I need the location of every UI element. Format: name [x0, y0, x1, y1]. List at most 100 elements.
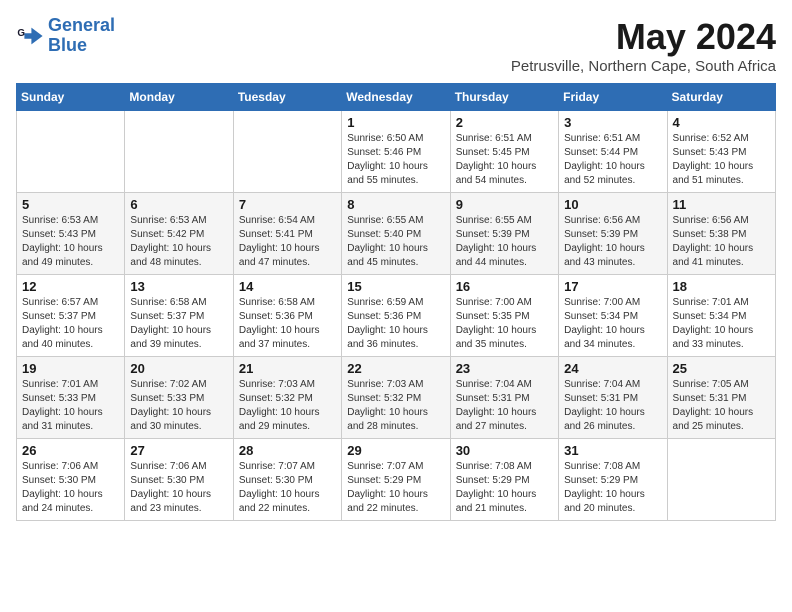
- day-number: 16: [456, 279, 553, 294]
- calendar-week-1: 1Sunrise: 6:50 AMSunset: 5:46 PMDaylight…: [17, 111, 776, 193]
- day-number: 20: [130, 361, 227, 376]
- day-number: 13: [130, 279, 227, 294]
- day-info: Sunrise: 6:51 AMSunset: 5:44 PMDaylight:…: [564, 132, 661, 188]
- calendar-cell: 13 Sunrise: 6:58 AMSunset: 5:37 PMDayligh…: [125, 275, 233, 357]
- calendar-cell: 16Sunrise: 7:00 AMSunset: 5:35 PMDayligh…: [450, 275, 558, 357]
- day-number: 28: [239, 443, 336, 458]
- day-number: 18: [673, 279, 770, 294]
- day-number: 2: [456, 115, 553, 130]
- month-title: May 2024: [511, 16, 776, 58]
- day-header-saturday: Saturday: [667, 84, 775, 111]
- day-number: 4: [673, 115, 770, 130]
- day-info: Sunrise: 7:00 AMSunset: 5:34 PMDaylight:…: [564, 296, 661, 352]
- day-info: Sunrise: 7:07 AMSunset: 5:30 PMDaylight:…: [239, 460, 336, 516]
- logo-line1: General: [48, 15, 115, 35]
- day-info: Sunrise: 6:56 AMSunset: 5:38 PMDaylight:…: [673, 214, 770, 270]
- calendar-cell: 26 Sunrise: 7:06 AMSunset: 5:30 PMDayligh…: [17, 439, 125, 521]
- day-number: 5: [22, 197, 119, 212]
- title-block: May 2024 Petrusville, Northern Cape, Sou…: [511, 16, 776, 75]
- calendar-week-4: 19Sunrise: 7:01 AMSunset: 5:33 PMDayligh…: [17, 357, 776, 439]
- page-header: G General Blue May 2024 Petrusville, Nor…: [16, 16, 776, 75]
- day-info: Sunrise: 6:53 AMSunset: 5:43 PMDaylight:…: [22, 214, 119, 270]
- day-info: Sunrise: 7:05 AMSunset: 5:31 PMDaylight:…: [673, 378, 770, 434]
- calendar-week-2: 5 Sunrise: 6:53 AMSunset: 5:43 PMDaylight…: [17, 193, 776, 275]
- day-info: Sunrise: 6:56 AMSunset: 5:39 PMDaylight:…: [564, 214, 661, 270]
- day-info: Sunrise: 6:54 AMSunset: 5:41 PMDaylight:…: [239, 214, 336, 270]
- calendar-cell: 21 Sunrise: 7:03 AMSunset: 5:32 PMDayligh…: [233, 357, 341, 439]
- day-number: 29: [347, 443, 444, 458]
- calendar-table: SundayMondayTuesdayWednesdayThursdayFrid…: [16, 83, 776, 521]
- calendar-cell: 29Sunrise: 7:07 AMSunset: 5:29 PMDayligh…: [342, 439, 450, 521]
- day-header-wednesday: Wednesday: [342, 84, 450, 111]
- calendar-cell: 27 Sunrise: 7:06 AMSunset: 5:30 PMDayligh…: [125, 439, 233, 521]
- calendar-cell: 14 Sunrise: 6:58 AMSunset: 5:36 PMDayligh…: [233, 275, 341, 357]
- day-number: 26: [22, 443, 119, 458]
- day-number: 3: [564, 115, 661, 130]
- day-number: 15: [347, 279, 444, 294]
- day-info: Sunrise: 6:52 AMSunset: 5:43 PMDaylight:…: [673, 132, 770, 188]
- calendar-cell: 2Sunrise: 6:51 AMSunset: 5:45 PMDaylight…: [450, 111, 558, 193]
- day-info: Sunrise: 7:04 AMSunset: 5:31 PMDaylight:…: [564, 378, 661, 434]
- day-info: Sunrise: 7:06 AMSunset: 5:30 PMDaylight:…: [130, 460, 227, 516]
- day-info: Sunrise: 6:57 AMSunset: 5:37 PMDaylight:…: [22, 296, 119, 352]
- calendar-cell: 22 Sunrise: 7:03 AMSunset: 5:32 PMDayligh…: [342, 357, 450, 439]
- calendar-week-5: 26 Sunrise: 7:06 AMSunset: 5:30 PMDayligh…: [17, 439, 776, 521]
- day-number: 10: [564, 197, 661, 212]
- day-header-friday: Friday: [559, 84, 667, 111]
- calendar-cell: 11 Sunrise: 6:56 AMSunset: 5:38 PMDayligh…: [667, 193, 775, 275]
- day-info: Sunrise: 7:01 AMSunset: 5:34 PMDaylight:…: [673, 296, 770, 352]
- day-number: 12: [22, 279, 119, 294]
- calendar-cell: 4 Sunrise: 6:52 AMSunset: 5:43 PMDaylight…: [667, 111, 775, 193]
- day-number: 31: [564, 443, 661, 458]
- calendar-cell: [667, 439, 775, 521]
- day-number: 19: [22, 361, 119, 376]
- day-info: Sunrise: 6:55 AMSunset: 5:39 PMDaylight:…: [456, 214, 553, 270]
- day-info: Sunrise: 6:55 AMSunset: 5:40 PMDaylight:…: [347, 214, 444, 270]
- calendar-header-row: SundayMondayTuesdayWednesdayThursdayFrid…: [17, 84, 776, 111]
- day-number: 23: [456, 361, 553, 376]
- day-info: Sunrise: 7:08 AMSunset: 5:29 PMDaylight:…: [456, 460, 553, 516]
- day-info: Sunrise: 7:06 AMSunset: 5:30 PMDaylight:…: [22, 460, 119, 516]
- location: Petrusville, Northern Cape, South Africa: [511, 58, 776, 75]
- logo: G General Blue: [16, 16, 115, 56]
- day-number: 21: [239, 361, 336, 376]
- day-number: 24: [564, 361, 661, 376]
- svg-text:G: G: [17, 28, 25, 39]
- day-info: Sunrise: 6:58 AMSunset: 5:37 PMDaylight:…: [130, 296, 227, 352]
- day-number: 11: [673, 197, 770, 212]
- day-header-monday: Monday: [125, 84, 233, 111]
- calendar-cell: 25 Sunrise: 7:05 AMSunset: 5:31 PMDayligh…: [667, 357, 775, 439]
- day-number: 25: [673, 361, 770, 376]
- day-header-sunday: Sunday: [17, 84, 125, 111]
- day-number: 30: [456, 443, 553, 458]
- day-header-tuesday: Tuesday: [233, 84, 341, 111]
- calendar-week-3: 12 Sunrise: 6:57 AMSunset: 5:37 PMDayligh…: [17, 275, 776, 357]
- calendar-cell: 31 Sunrise: 7:08 AMSunset: 5:29 PMDayligh…: [559, 439, 667, 521]
- day-info: Sunrise: 7:03 AMSunset: 5:32 PMDaylight:…: [347, 378, 444, 434]
- day-number: 1: [347, 115, 444, 130]
- logo-icon: G: [16, 22, 44, 50]
- calendar-cell: 8 Sunrise: 6:55 AMSunset: 5:40 PMDaylight…: [342, 193, 450, 275]
- calendar-cell: [17, 111, 125, 193]
- calendar-cell: 20 Sunrise: 7:02 AMSunset: 5:33 PMDayligh…: [125, 357, 233, 439]
- day-info: Sunrise: 7:03 AMSunset: 5:32 PMDaylight:…: [239, 378, 336, 434]
- logo-text: General Blue: [48, 16, 115, 56]
- day-info: Sunrise: 7:02 AMSunset: 5:33 PMDaylight:…: [130, 378, 227, 434]
- day-number: 14: [239, 279, 336, 294]
- day-number: 8: [347, 197, 444, 212]
- calendar-cell: 28 Sunrise: 7:07 AMSunset: 5:30 PMDayligh…: [233, 439, 341, 521]
- calendar-cell: [233, 111, 341, 193]
- calendar-cell: 24 Sunrise: 7:04 AMSunset: 5:31 PMDayligh…: [559, 357, 667, 439]
- logo-line2: Blue: [48, 35, 87, 55]
- day-info: Sunrise: 6:58 AMSunset: 5:36 PMDaylight:…: [239, 296, 336, 352]
- day-number: 27: [130, 443, 227, 458]
- day-info: Sunrise: 7:08 AMSunset: 5:29 PMDaylight:…: [564, 460, 661, 516]
- calendar-cell: 15Sunrise: 6:59 AMSunset: 5:36 PMDayligh…: [342, 275, 450, 357]
- calendar-cell: 1Sunrise: 6:50 AMSunset: 5:46 PMDaylight…: [342, 111, 450, 193]
- day-info: Sunrise: 7:04 AMSunset: 5:31 PMDaylight:…: [456, 378, 553, 434]
- day-info: Sunrise: 6:53 AMSunset: 5:42 PMDaylight:…: [130, 214, 227, 270]
- day-number: 6: [130, 197, 227, 212]
- day-number: 9: [456, 197, 553, 212]
- day-number: 22: [347, 361, 444, 376]
- calendar-cell: 17Sunrise: 7:00 AMSunset: 5:34 PMDayligh…: [559, 275, 667, 357]
